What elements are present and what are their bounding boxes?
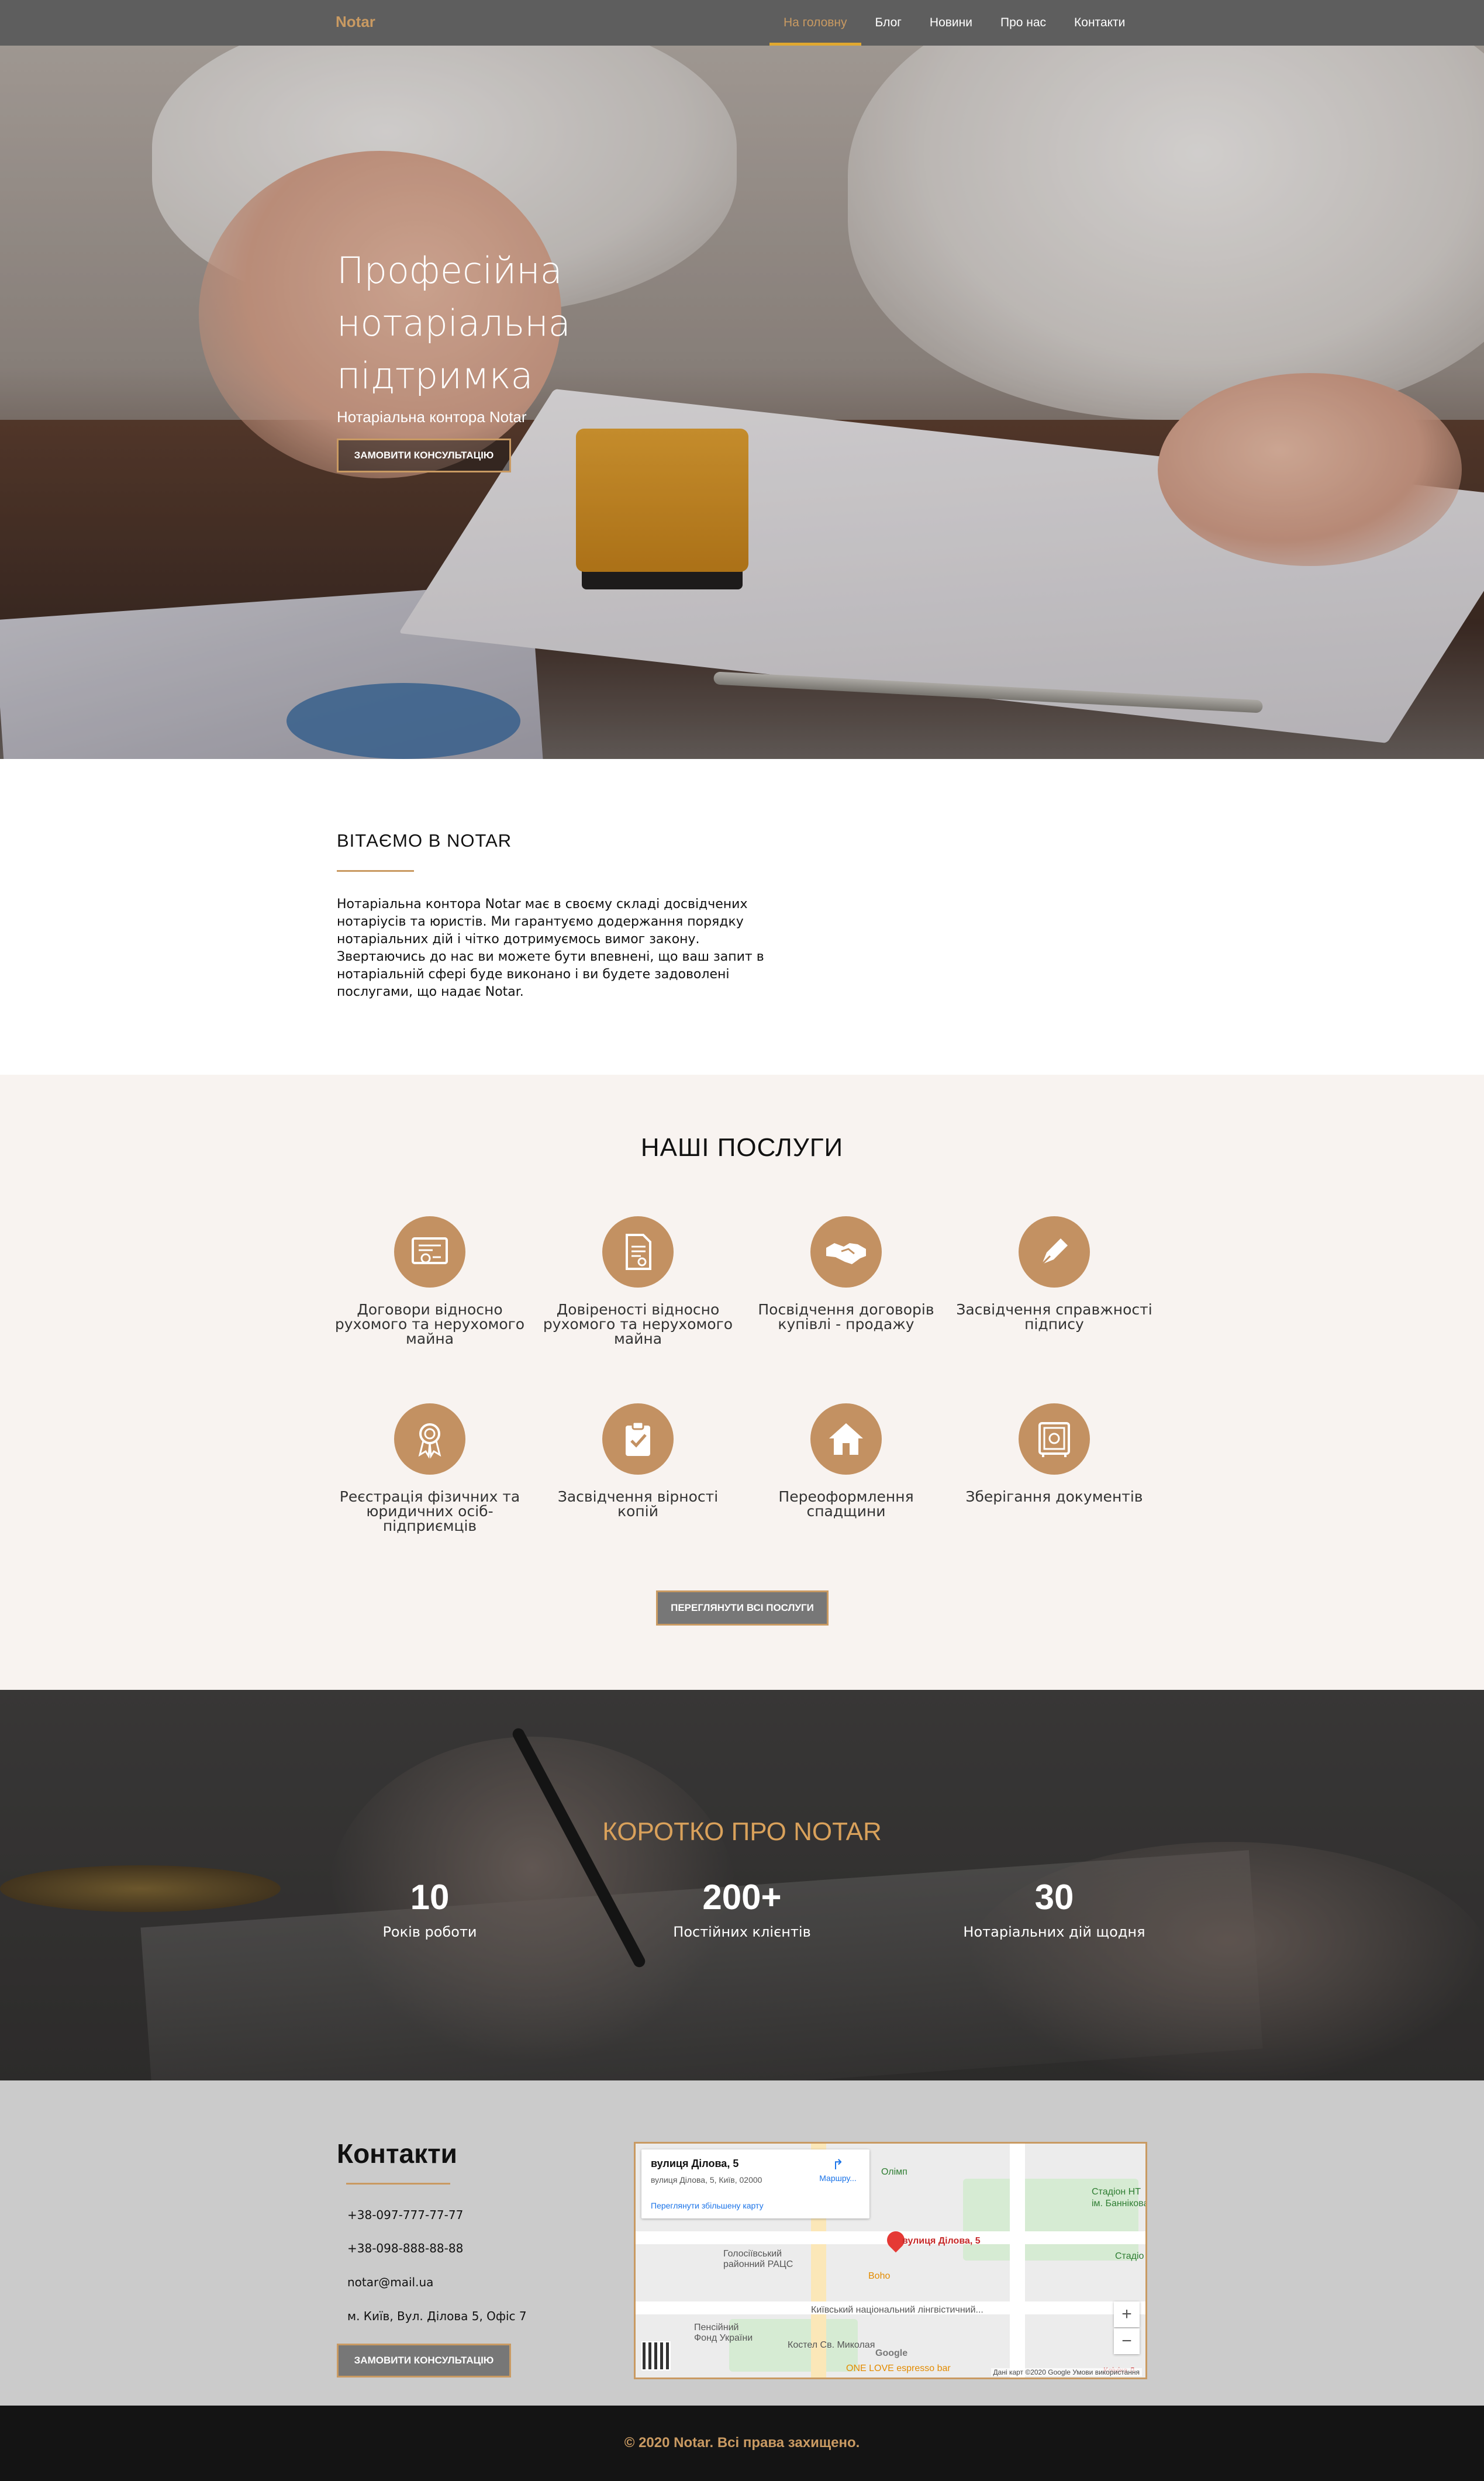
stat-label: Нотаріальних дій щодня	[963, 1924, 1145, 1940]
site-logo[interactable]: Notar	[336, 13, 375, 31]
service-label: Зберігання документів	[965, 1488, 1143, 1505]
service-label: Реєстрація фізичних та юридичних осіб-пі…	[339, 1488, 520, 1534]
contacts-divider	[346, 2183, 450, 2185]
stat-clients: 200+ Постійних клієнтів	[596, 1877, 888, 1940]
stats-section: КОРОТКО ПРО NOTAR 10 Років роботи 200+ П…	[0, 1690, 1484, 2080]
map-attribution[interactable]: Дані карт ©2020 Google Умови використанн…	[991, 2368, 1142, 2376]
house-icon	[810, 1403, 882, 1475]
map-zoom-out-button[interactable]: −	[1114, 2328, 1140, 2354]
award-icon	[394, 1403, 465, 1475]
nav-item-home[interactable]: На головну	[769, 0, 861, 46]
nav-item-about[interactable]: Про нас	[986, 0, 1060, 46]
google-map[interactable]: вулиця Ділова, 5 вулиця Ділова, 5, Київ,…	[634, 2142, 1147, 2379]
map-road	[1010, 2144, 1025, 2378]
service-item-signature[interactable]: Засвідчення справжності підпису	[955, 1216, 1154, 1331]
hero-subtitle: Нотаріальна контора Notar	[337, 408, 527, 426]
contact-address: м. Київ, Вул. Ділова 5, Офіс 7	[347, 2309, 527, 2323]
contact-email[interactable]: notar@mail.ua	[347, 2275, 433, 2289]
stat-value: 30	[1034, 1878, 1074, 1917]
map-zoom-in-button[interactable]: +	[1114, 2301, 1140, 2327]
service-label: Засвідчення справжності підпису	[956, 1301, 1152, 1333]
map-info-card: вулиця Ділова, 5 вулиця Ділова, 5, Київ,…	[641, 2149, 869, 2218]
map-label-boho: Boho	[868, 2271, 891, 2281]
stat-daily-actions: 30 Нотаріальних дій щодня	[908, 1877, 1200, 1940]
map-label-olimp: Олімп	[881, 2167, 907, 2177]
service-item-power-of-attorney[interactable]: Довіреності відносно рухомого та нерухом…	[539, 1216, 737, 1346]
service-item-inheritance[interactable]: Переоформлення спадщини	[747, 1403, 945, 1519]
stats-title: КОРОТКО ПРО NOTAR	[602, 1817, 882, 1846]
map-label-rats: Голосіївський районний РАЦС	[723, 2249, 793, 2269]
directions-icon: ↱	[831, 2157, 844, 2173]
map-streetview-thumbnail[interactable]	[641, 2341, 671, 2370]
map-card-title: вулиця Ділова, 5	[651, 2158, 739, 2169]
services-section: НАШІ ПОСЛУГИ Договори відносно рухомого …	[0, 1075, 1484, 1690]
map-larger-link[interactable]: Переглянути збільшену карту	[651, 2201, 764, 2210]
hero-section: Професійна нотаріальна підтримка Нотаріа…	[0, 46, 1484, 759]
map-card-address: вулиця Ділова, 5, Київ, 02000	[651, 2175, 762, 2185]
map-directions-label: Маршру...	[819, 2173, 857, 2183]
welcome-section: ВІТАЄМО В NOTAR Нотаріальна контора Nota…	[0, 759, 1484, 1075]
certificate-icon	[394, 1216, 465, 1288]
service-item-storage[interactable]: Зберігання документів	[955, 1403, 1154, 1504]
map-label-univ: Київський національний лінгвістичний...	[811, 2305, 983, 2315]
service-label: Договори відносно рухомого та нерухомого…	[334, 1301, 525, 1347]
safe-icon	[1019, 1403, 1090, 1475]
stat-label: Постійних клієнтів	[673, 1924, 811, 1940]
footer-copyright: © 2020 Notar. Всі права захищено.	[624, 2435, 860, 2451]
nav-item-blog[interactable]: Блог	[861, 0, 916, 46]
hero-overlay	[0, 46, 1484, 759]
nav-item-news[interactable]: Новини	[916, 0, 986, 46]
contacts-consultation-button[interactable]: ЗАМОВИТИ КОНСУЛЬТАЦІЮ	[337, 2344, 511, 2378]
hero-title: Професійна нотаріальна підтримка	[337, 249, 571, 397]
map-label-stadion: Стадіон НТ	[1092, 2187, 1141, 2197]
service-label: Довіреності відносно рухомого та нерухом…	[543, 1301, 733, 1347]
stat-label: Років роботи	[382, 1924, 477, 1940]
map-label-kostel: Костел Св. Миколая	[788, 2340, 875, 2350]
document-icon	[602, 1216, 674, 1288]
service-item-copies[interactable]: Засвідчення вірності копій	[539, 1403, 737, 1519]
stat-value: 200+	[702, 1878, 782, 1917]
main-menu: На головну Блог Новини Про нас Контакти	[769, 0, 1139, 46]
view-all-services-button[interactable]: ПЕРЕГЛЯНУТИ ВСІ ПОСЛУГИ	[656, 1590, 829, 1626]
welcome-title: ВІТАЄМО В NOTAR	[337, 830, 512, 851]
clipboard-check-icon	[602, 1403, 674, 1475]
stat-value: 10	[410, 1878, 450, 1917]
nav-item-contacts[interactable]: Контакти	[1060, 0, 1139, 46]
welcome-text: Нотаріальна контора Notar має в своєму с…	[337, 897, 764, 999]
map-label-espresso: ONE LOVE espresso bar	[846, 2363, 951, 2373]
map-label-stadion-3: Стадіо	[1115, 2251, 1144, 2261]
contact-phone-2[interactable]: +38-098-888-88-88	[347, 2241, 463, 2255]
contact-phone-1[interactable]: +38-097-777-77-77	[347, 2208, 463, 2222]
map-label-stadion-2: ім. Баннікова	[1092, 2199, 1147, 2209]
service-label: Посвідчення договорів купівлі - продажу	[758, 1301, 934, 1333]
welcome-divider	[337, 870, 414, 872]
services-title: НАШІ ПОСЛУГИ	[640, 1133, 844, 1162]
service-item-registration[interactable]: Реєстрація фізичних та юридичних осіб-пі…	[330, 1403, 529, 1533]
stat-years: 10 Років роботи	[284, 1877, 576, 1940]
contacts-title: Контакти	[337, 2138, 457, 2169]
service-label: Переоформлення спадщини	[778, 1488, 914, 1520]
map-marker-label: вулиця Ділова, 5	[902, 2236, 981, 2246]
pen-icon	[1019, 1216, 1090, 1288]
map-google-logo: Google	[875, 2348, 908, 2358]
hero-consultation-button[interactable]: ЗАМОВИТИ КОНСУЛЬТАЦІЮ	[337, 439, 511, 472]
service-item-contracts[interactable]: Договори відносно рухомого та нерухомого…	[330, 1216, 529, 1346]
map-directions-button[interactable]: ↱ Маршру...	[815, 2156, 861, 2183]
map-label-fond: Пенсійний Фонд України	[694, 2323, 753, 2343]
service-label: Засвідчення вірності копій	[557, 1488, 719, 1520]
service-item-sale-contracts[interactable]: Посвідчення договорів купівлі - продажу	[747, 1216, 945, 1331]
handshake-icon	[810, 1216, 882, 1288]
page-footer: © 2020 Notar. Всі права захищено.	[0, 2406, 1484, 2481]
top-navbar: Notar На головну Блог Новини Про нас Кон…	[0, 0, 1484, 46]
